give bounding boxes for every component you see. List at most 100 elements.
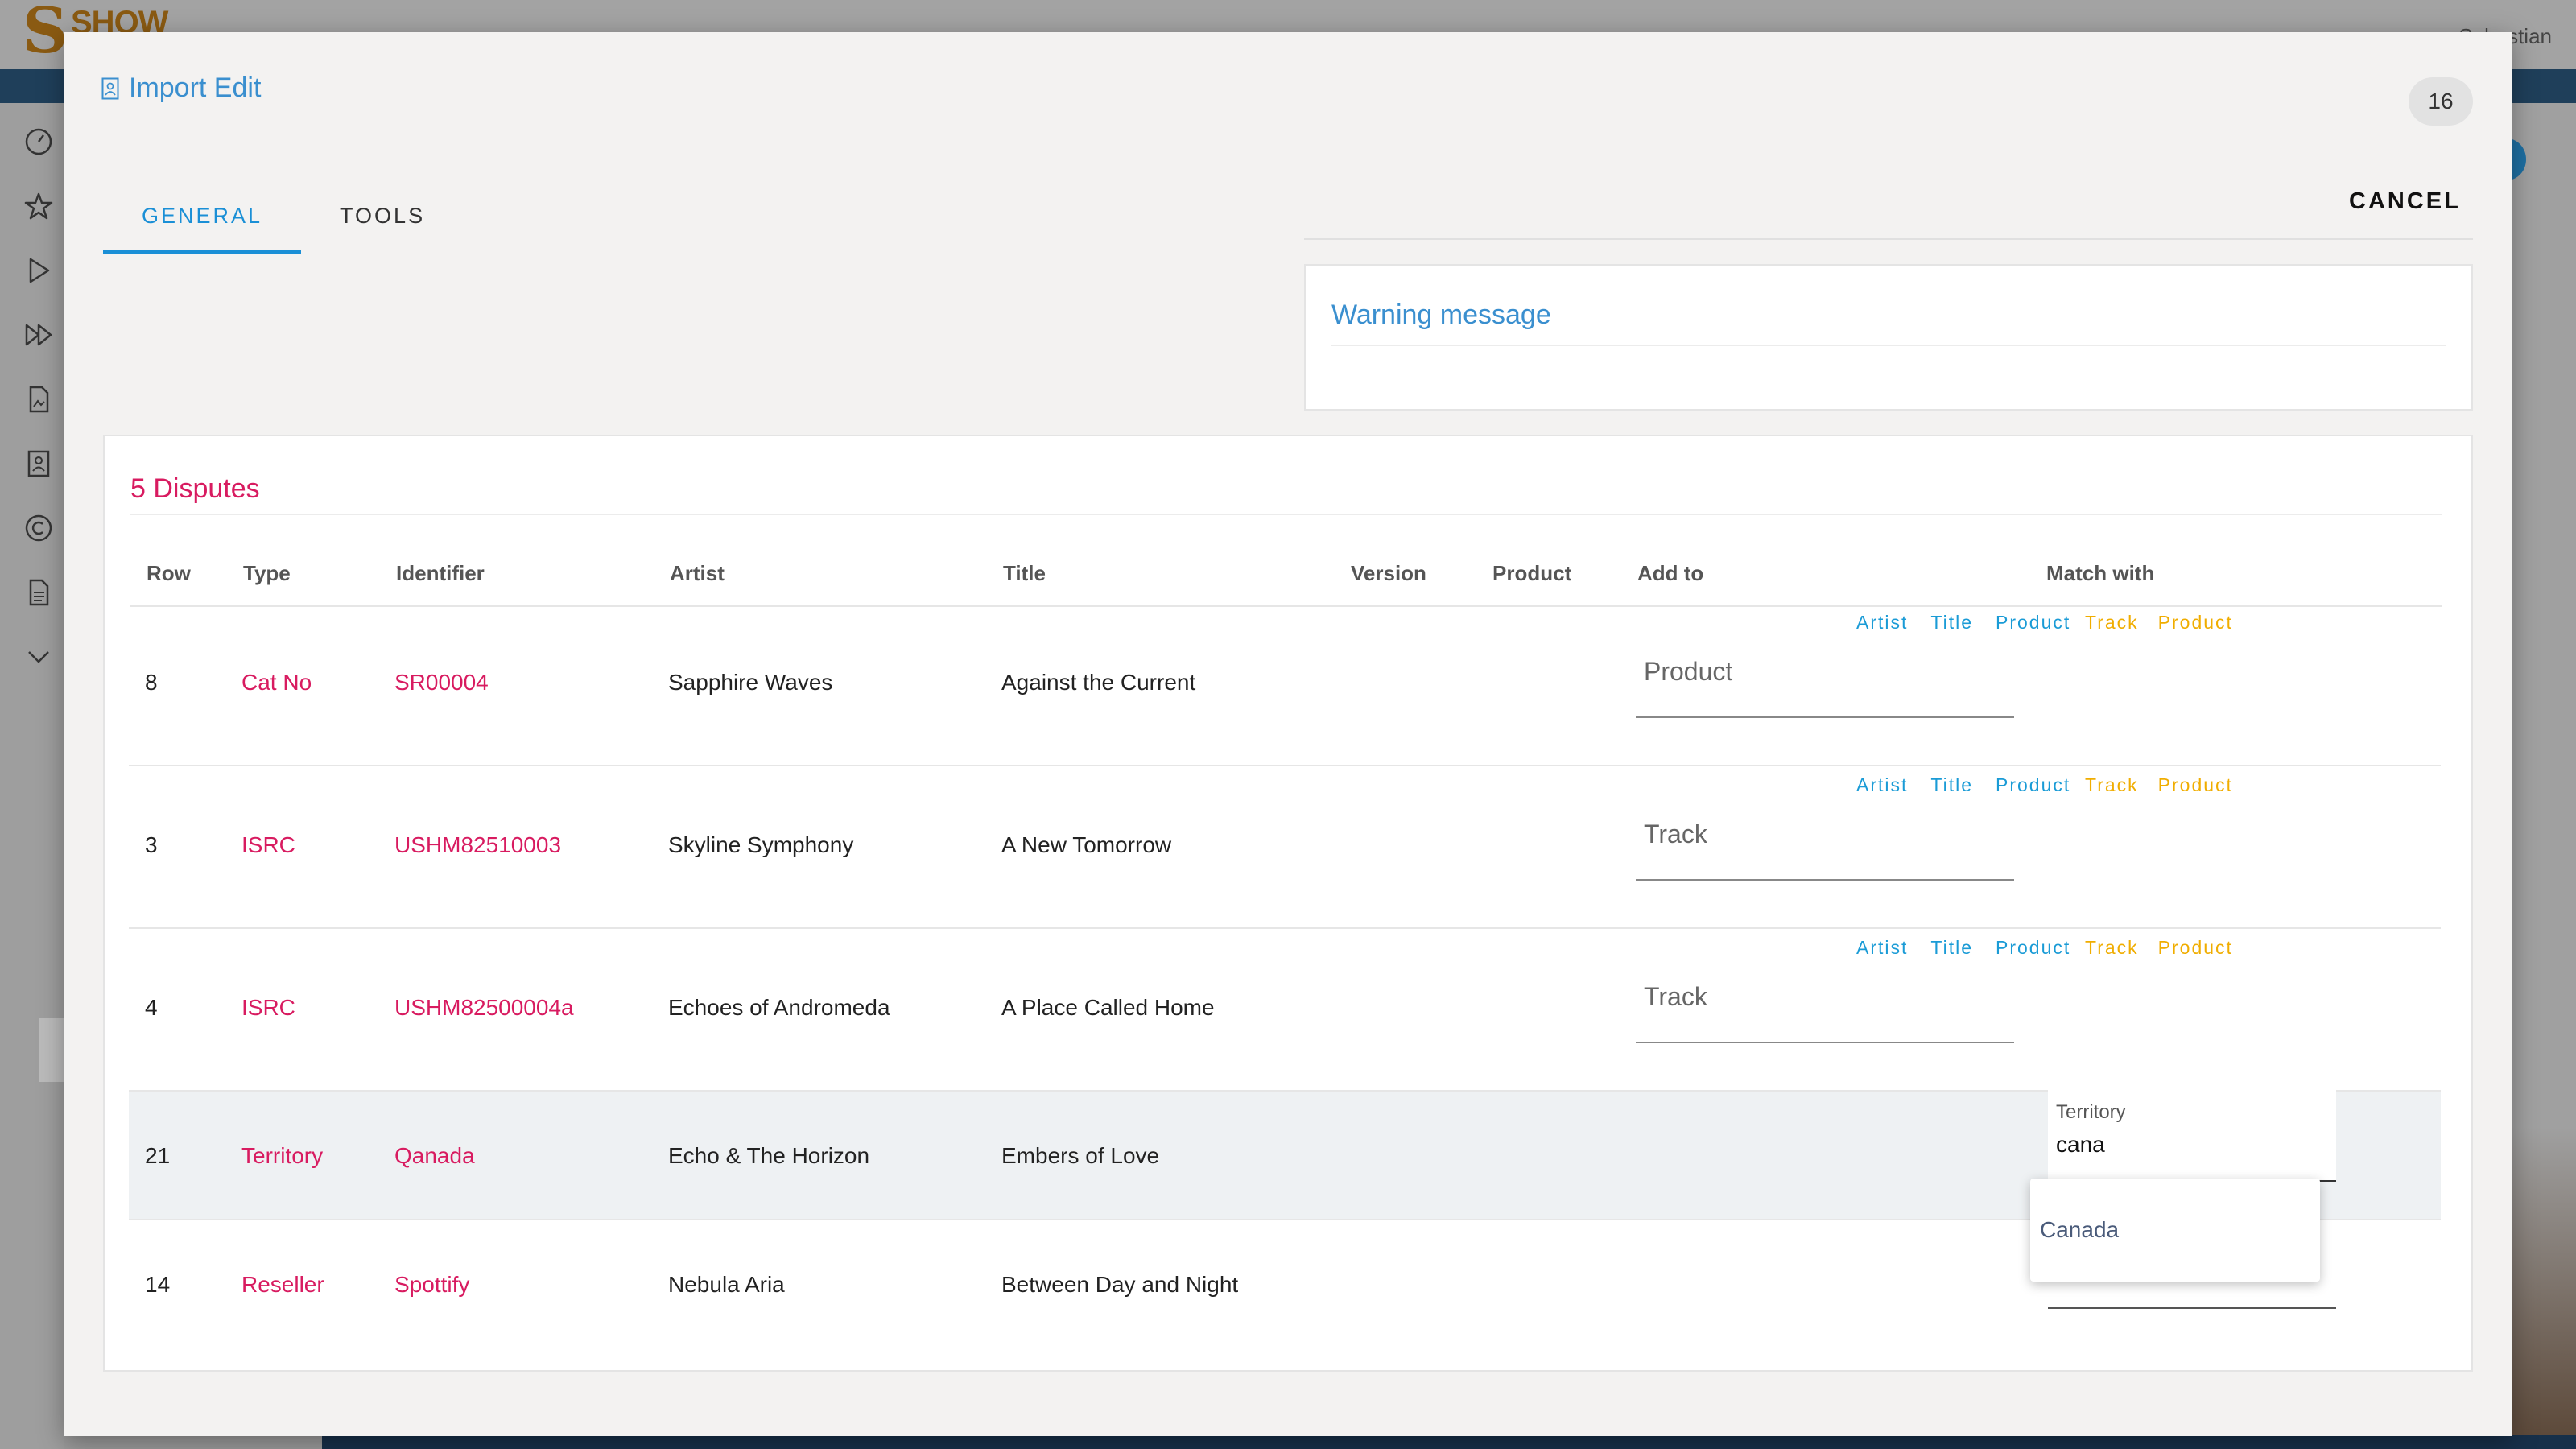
row-title: Between Day and Night [1001,1272,1239,1297]
copyright-icon[interactable] [23,514,55,546]
match-with-field-underline[interactable] [2048,1307,2336,1309]
divider [130,514,2442,515]
tab-general[interactable]: GENERAL [103,169,302,254]
row-title: A Place Called Home [1001,995,1215,1020]
add-to-links: Artist Title Product [1856,774,2070,796]
sidebar-slot [39,1018,64,1082]
row-identifier[interactable]: USHM82500004a [394,995,574,1021]
add-to-value: Track [1644,819,1707,848]
add-artist-link[interactable]: Artist [1856,774,1908,796]
star-icon[interactable] [23,192,55,224]
column-header-identifier: Identifier [396,561,485,585]
row-artist: Sapphire Waves [668,670,833,695]
table-row: Artist Title Product Track Product 3 ISR… [129,766,2441,929]
divider [1331,345,2446,346]
option-canada[interactable]: Canada [2040,1217,2119,1243]
table-row: Artist Title Product Track Product 8 Cat… [129,604,2441,766]
row-identifier[interactable]: USHM82510003 [394,832,561,858]
row-type: ISRC [242,995,295,1020]
add-title-link[interactable]: Title [1930,612,1973,634]
document-icon[interactable] [23,578,55,610]
table-row: Artist Title Product Track Product 4 ISR… [129,929,2441,1092]
row-type: Cat No [242,670,312,695]
row-artist: Nebula Aria [668,1272,785,1297]
contact-icon[interactable] [23,449,55,481]
row-type: ISRC [242,832,295,857]
fast-forward-icon[interactable] [23,320,55,353]
match-with-links: Track Product [2085,937,2233,959]
play-icon[interactable] [23,256,55,288]
warning-title: Warning message [1331,299,1551,330]
image-file-icon[interactable] [23,385,55,417]
column-header-title: Title [1003,561,1046,585]
row-identifier[interactable]: Qanada [394,1143,475,1169]
add-to-value: Product [1644,657,1733,686]
territory-label: Territory [2056,1101,2126,1123]
row-number: 8 [145,670,158,695]
row-number: 4 [145,995,158,1020]
count-badge: 16 [2409,77,2473,126]
app-bottom-bar [322,1435,2576,1449]
match-product-link[interactable]: Product [2158,937,2233,959]
add-product-link[interactable]: Product [1996,612,2070,634]
row-title: A New Tomorrow [1001,832,1172,857]
row-type: Territory [242,1143,324,1168]
row-artist: Skyline Symphony [668,832,854,857]
match-with-links: Track Product [2085,612,2233,634]
match-track-link[interactable]: Track [2085,937,2139,959]
add-artist-link[interactable]: Artist [1856,612,1908,634]
match-track-link[interactable]: Track [2085,774,2139,796]
column-header-product: Product [1492,561,1572,585]
add-product-link[interactable]: Product [1996,937,2070,959]
row-number: 3 [145,832,158,857]
row-type: Reseller [242,1272,324,1297]
match-with-links: Track Product [2085,774,2233,796]
match-product-link[interactable]: Product [2158,612,2233,634]
match-product-link[interactable]: Product [2158,774,2233,796]
chevron-down-icon[interactable] [23,642,55,675]
tab-bar: GENERAL TOOLS [103,169,464,254]
row-identifier[interactable]: Spottify [394,1272,469,1298]
row-title: Embers of Love [1001,1143,1160,1168]
logo-mark: S [23,0,68,68]
add-to-field[interactable]: Track [1636,811,2014,881]
modal-title: Import Edit [129,72,262,103]
row-artist: Echoes of Andromeda [668,995,890,1020]
modal-header: Import Edit [101,72,261,104]
tab-tools[interactable]: TOOLS [301,169,464,254]
row-number: 14 [145,1272,171,1297]
row-identifier[interactable]: SR00004 [394,670,489,696]
app-right-gradient [2512,1127,2576,1449]
column-header-match-with: Match with [2046,561,2155,585]
dashboard-icon[interactable] [23,127,55,159]
table-header: Row Type Identifier Artist Title Version… [130,541,2442,607]
row-artist: Echo & The Horizon [668,1143,870,1168]
column-header-version: Version [1351,561,1426,585]
add-title-link[interactable]: Title [1930,774,1973,796]
column-header-artist: Artist [670,561,724,585]
add-title-link[interactable]: Title [1930,937,1973,959]
territory-autocomplete: Canada [2030,1179,2320,1282]
contact-card-icon [101,77,119,99]
app-sidebar [0,103,64,1449]
disputes-title: 5 Disputes [130,473,260,504]
add-to-field[interactable]: Product [1636,649,2014,718]
column-header-type: Type [243,561,291,585]
column-header-add-to: Add to [1637,561,1704,585]
add-to-value: Track [1644,982,1707,1011]
territory-input[interactable] [2056,1132,2322,1158]
add-to-links: Artist Title Product [1856,937,2070,959]
warning-card: Warning message [1304,264,2473,411]
add-artist-link[interactable]: Artist [1856,937,1908,959]
territory-field[interactable]: Territory [2048,1090,2336,1182]
divider [1304,238,2473,240]
cancel-button[interactable]: CANCEL [2349,188,2461,215]
column-header-row: Row [147,561,191,585]
row-number: 21 [145,1143,171,1168]
match-track-link[interactable]: Track [2085,612,2139,634]
import-edit-modal: Import Edit 16 GENERAL TOOLS CANCEL Warn… [64,32,2512,1436]
add-product-link[interactable]: Product [1996,774,2070,796]
add-to-field[interactable]: Track [1636,974,2014,1043]
row-title: Against the Current [1001,670,1196,695]
add-to-links: Artist Title Product [1856,612,2070,634]
